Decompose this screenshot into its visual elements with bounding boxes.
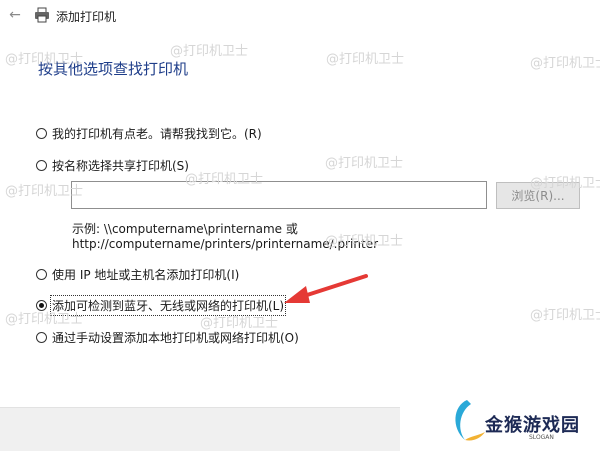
radio-ip-address[interactable] (36, 268, 47, 280)
watermark: @打印机卫士 (326, 52, 405, 67)
watermark: @打印机卫士 (530, 176, 600, 191)
watermark: @打印机卫士 (5, 52, 84, 67)
option-old-printer-label: 我的打印机有点老。请帮我找到它。(R) (52, 126, 262, 141)
option-old-printer[interactable]: 我的打印机有点老。请帮我找到它。(R) (36, 124, 262, 142)
footer-bar (0, 407, 400, 451)
option-ip-address-label: 使用 IP 地址或主机名添加打印机(I) (52, 267, 240, 282)
watermark: @打印机卫士 (325, 156, 404, 171)
option-network-printer-label: 添加可检测到蓝牙、无线或网络的打印机(L) (49, 294, 287, 316)
radio-manual-local[interactable] (36, 331, 47, 343)
watermark: @打印机卫士 (200, 316, 279, 331)
option-ip-address[interactable]: 使用 IP 地址或主机名添加打印机(I) (36, 265, 239, 283)
shared-printer-name-input[interactable] (71, 181, 487, 209)
watermark: @打印机卫士 (5, 312, 84, 327)
title-bar: ← 添加打印机 (0, 0, 600, 30)
option-manual-local-label: 通过手动设置添加本地打印机或网络打印机(O) (52, 330, 299, 345)
window-title: 添加打印机 (56, 10, 117, 24)
printer-icon (35, 7, 49, 23)
option-shared-printer-label: 按名称选择共享打印机(S) (52, 158, 189, 173)
watermark: @打印机卫士 (530, 56, 600, 71)
watermark: @打印机卫士 (5, 184, 84, 199)
logo-slogan: SLOGAN (529, 434, 554, 441)
watermark: @打印机卫士 (170, 44, 249, 59)
back-button[interactable]: ← (6, 6, 24, 24)
radio-shared-printer[interactable] (36, 159, 47, 171)
watermark: @打印机卫士 (185, 172, 264, 187)
left-arrow-icon: ← (9, 7, 21, 23)
example-text-line1: 示例: \\computername\printername 或 (72, 222, 298, 236)
watermark: @打印机卫士 (325, 234, 404, 249)
watermark: @打印机卫士 (530, 308, 600, 323)
option-shared-printer[interactable]: 按名称选择共享打印机(S) (36, 156, 189, 174)
red-arrow-annotation (284, 274, 368, 303)
radio-old-printer[interactable] (36, 127, 47, 139)
